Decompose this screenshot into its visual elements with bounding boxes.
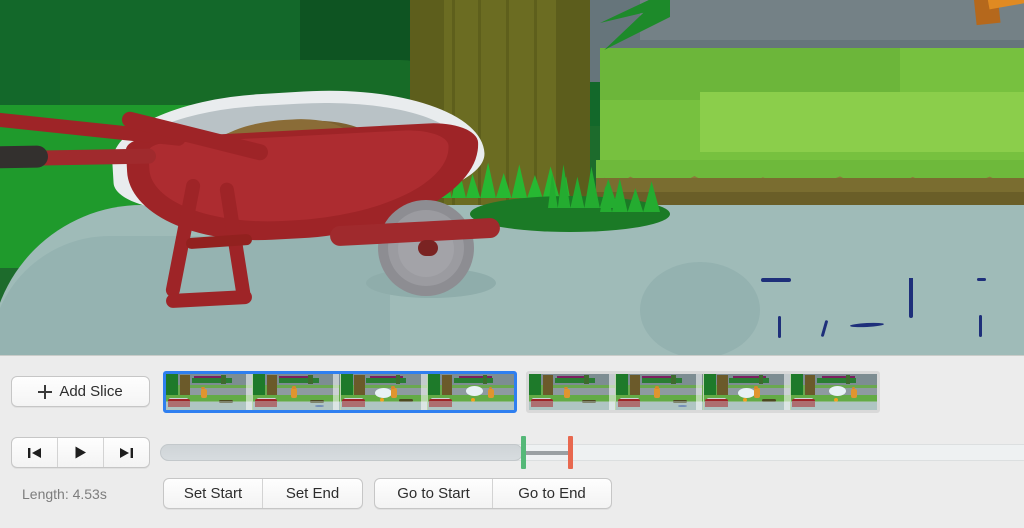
slice-frame[interactable] bbox=[253, 374, 341, 410]
slice-frame[interactable] bbox=[427, 374, 514, 410]
editor-controls: Add Slice Length: 4.53s Set Start Set En… bbox=[0, 355, 1024, 528]
plus-icon bbox=[38, 384, 53, 399]
length-label: Length: 4.53s bbox=[22, 486, 107, 502]
set-start-button[interactable]: Set Start bbox=[164, 479, 263, 508]
play-icon bbox=[75, 446, 86, 459]
wheelbarrow-grip bbox=[0, 145, 49, 169]
scene-chalk-mark bbox=[778, 316, 781, 338]
add-slice-label: Add Slice bbox=[59, 383, 123, 400]
timeline-range-bar bbox=[522, 451, 571, 455]
slice-frame[interactable] bbox=[166, 374, 254, 410]
go-to-next-button[interactable] bbox=[104, 438, 149, 467]
scene-chalk-mark bbox=[977, 278, 986, 281]
slice-frame[interactable] bbox=[703, 374, 791, 410]
add-slice-button[interactable]: Add Slice bbox=[11, 376, 150, 407]
skip-to-end-icon bbox=[120, 447, 133, 458]
set-end-button[interactable]: Set End bbox=[263, 479, 362, 508]
wheelbarrow-hub bbox=[418, 240, 438, 256]
trim-actions-group: Set Start Set End bbox=[163, 478, 363, 509]
scene-lawn-highlight bbox=[700, 92, 1024, 152]
slice-frame[interactable] bbox=[616, 374, 704, 410]
scene-chalk-mark bbox=[761, 278, 791, 282]
go-to-end-button[interactable]: Go to End bbox=[493, 479, 611, 508]
scene-chalk-mark bbox=[909, 278, 913, 318]
trim-start-marker[interactable] bbox=[520, 436, 526, 469]
slice-thumbnail-strip-1[interactable] bbox=[163, 371, 517, 413]
slice-frame[interactable] bbox=[790, 374, 877, 410]
scene-sky-right-light bbox=[640, 0, 1024, 40]
play-button[interactable] bbox=[58, 438, 104, 467]
scene-pavement-blob bbox=[640, 262, 760, 355]
trim-end-marker[interactable] bbox=[568, 436, 574, 469]
skip-to-start-icon bbox=[28, 447, 41, 458]
scene-bush bbox=[470, 196, 670, 232]
scene-canopy-upper bbox=[0, 0, 300, 62]
go-to-previous-button[interactable] bbox=[12, 438, 58, 467]
video-preview[interactable] bbox=[0, 0, 1024, 355]
trim-timeline[interactable] bbox=[160, 436, 1024, 469]
slice-thumbnail-strip-2[interactable] bbox=[526, 371, 880, 413]
transport-controls bbox=[11, 437, 150, 468]
go-to-start-button[interactable]: Go to Start bbox=[375, 479, 493, 508]
app-window: Add Slice Length: 4.53s Set Start Set En… bbox=[0, 0, 1024, 528]
timeline-track-filled[interactable] bbox=[160, 444, 523, 461]
slice-frame[interactable] bbox=[340, 374, 428, 410]
slice-frame[interactable] bbox=[529, 374, 617, 410]
scene-chalk-mark bbox=[979, 315, 982, 337]
navigate-actions-group: Go to Start Go to End bbox=[374, 478, 612, 509]
